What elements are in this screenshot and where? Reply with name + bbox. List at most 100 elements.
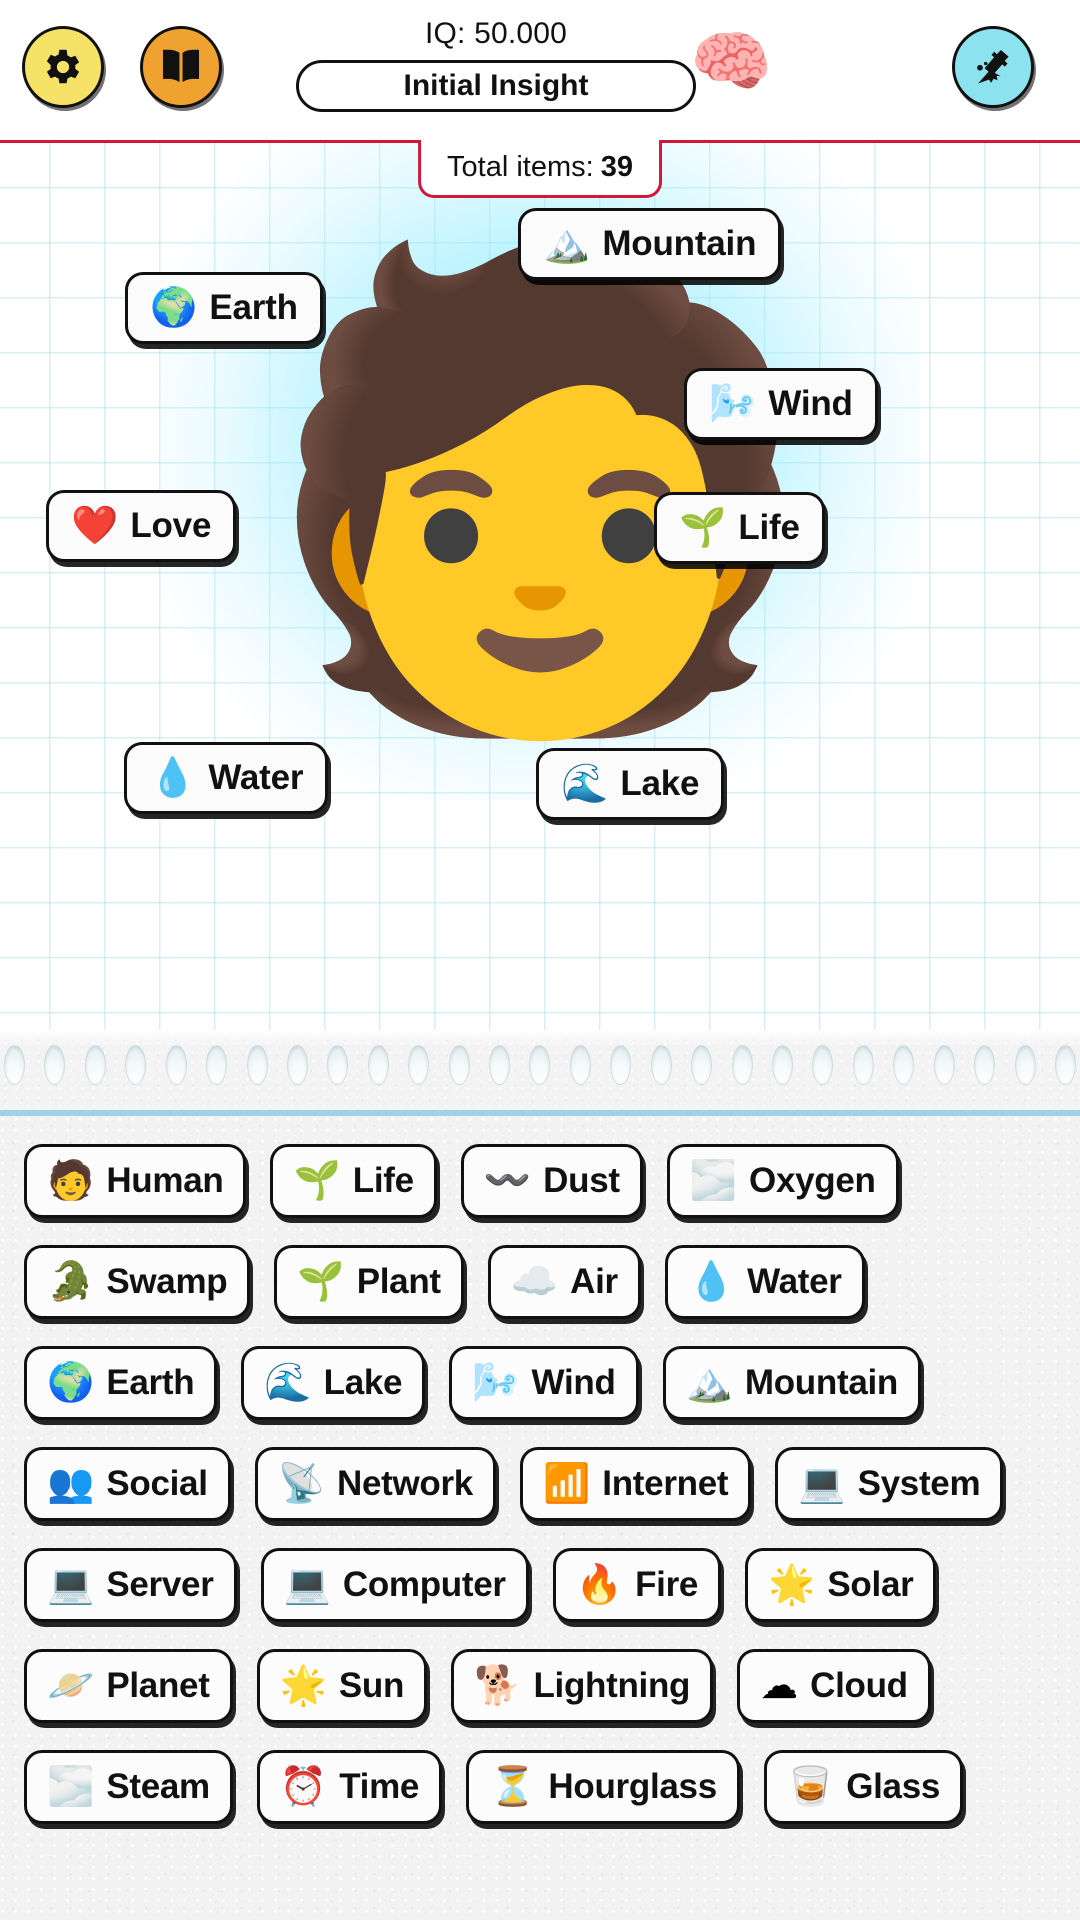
inventory-item-label: Wind: [531, 1363, 616, 1402]
inventory-item-label: Planet: [106, 1666, 210, 1705]
canvas-item-lake[interactable]: 🌊 Lake: [536, 748, 725, 820]
inventory-item-label: Plant: [356, 1262, 441, 1301]
inventory-panel[interactable]: 🧑 Human 🌱 Life 〰️ Dust 🌫️ Oxygen 🐊 Swamp 🌱 Plant ☁️ A…: [0, 1116, 1080, 1920]
inventory-item-network[interactable]: 📡 Network: [254, 1447, 496, 1521]
inventory-item-glass[interactable]: 🥃 Glass: [763, 1750, 964, 1824]
encyclopedia-button[interactable]: [140, 26, 222, 108]
canvas-item-wind[interactable]: 🌬️ Wind: [684, 368, 878, 440]
perforation-hole: [812, 1045, 834, 1085]
perforation-hole: [246, 1045, 268, 1085]
inventory-item-oxygen[interactable]: 🌫️ Oxygen: [666, 1144, 899, 1218]
perforation-hole: [569, 1045, 591, 1085]
inventory-item-steam[interactable]: 🌫️ Steam: [24, 1750, 233, 1824]
crafting-canvas[interactable]: 🧑 🏔️ Mountain 🌍 Earth 🌬️ Wind ❤️ Love 🌱 Life 💧 Wate…: [0, 140, 1080, 1030]
perforation-hole: [327, 1045, 349, 1085]
inventory-item-sun[interactable]: 🌟 Sun: [256, 1649, 428, 1723]
inventory-item-life[interactable]: 🌱 Life: [270, 1144, 437, 1218]
inventory-row: 💻 Server 💻 Computer 🔥 Fire 🌟 Solar: [24, 1548, 1056, 1622]
settings-button[interactable]: [22, 26, 104, 108]
planet-icon: 🪐: [47, 1665, 95, 1707]
inventory-item-social[interactable]: 👥 Social: [24, 1447, 231, 1521]
inventory-item-swamp[interactable]: 🐊 Swamp: [24, 1245, 251, 1319]
canvas-item-water[interactable]: 💧 Water: [124, 742, 329, 814]
perforation-hole: [286, 1045, 308, 1085]
perforation-hole: [610, 1045, 632, 1085]
perforation-hole: [691, 1045, 713, 1085]
inventory-item-computer[interactable]: 💻 Computer: [260, 1548, 529, 1622]
plant-icon: 🌱: [297, 1261, 345, 1303]
inventory-item-label: Hourglass: [548, 1767, 717, 1806]
server-icon: 💻: [47, 1564, 95, 1606]
canvas-item-life[interactable]: 🌱 Life: [654, 492, 825, 564]
inventory-row: 🐊 Swamp 🌱 Plant ☁️ Air 💧 Water: [24, 1245, 1056, 1319]
inventory-item-label: Server: [106, 1565, 214, 1604]
canvas-item-label: Life: [738, 508, 800, 547]
avatar: 🧑: [253, 231, 827, 744]
clear-board-button[interactable]: [952, 26, 1034, 108]
canvas-item-label: Love: [130, 506, 212, 545]
canvas-item-earth[interactable]: 🌍 Earth: [125, 272, 323, 344]
inventory-item-plant[interactable]: 🌱 Plant: [274, 1245, 464, 1319]
perforation-hole: [489, 1045, 511, 1085]
perforation-hole: [448, 1045, 470, 1085]
inventory-item-label: Swamp: [106, 1262, 228, 1301]
inventory-item-label: Sun: [338, 1666, 405, 1705]
inventory-item-lake[interactable]: 🌊 Lake: [241, 1346, 426, 1420]
inventory-item-internet[interactable]: 📶 Internet: [519, 1447, 752, 1521]
social-icon: 👥: [47, 1463, 95, 1505]
inventory-item-cloud[interactable]: ☁ Cloud: [737, 1649, 931, 1723]
steam-icon: 🌫️: [47, 1766, 95, 1808]
inventory-item-label: Oxygen: [749, 1161, 876, 1200]
inventory-item-time[interactable]: ⏰ Time: [256, 1750, 443, 1824]
network-icon: 📡: [277, 1463, 325, 1505]
inventory-item-label: Life: [352, 1161, 414, 1200]
inventory-item-lightning[interactable]: 🐕 Lightning: [451, 1649, 714, 1723]
oxygen-icon: 🌫️: [689, 1160, 738, 1202]
inventory-item-mountain[interactable]: 🏔️ Mountain: [662, 1346, 921, 1420]
inventory-item-label: Human: [106, 1161, 224, 1200]
inventory-item-human[interactable]: 🧑 Human: [24, 1144, 247, 1218]
perforation-hole: [852, 1045, 874, 1085]
inventory-item-wind[interactable]: 🌬️ Wind: [449, 1346, 639, 1420]
inventory-item-system[interactable]: 💻 System: [775, 1447, 1004, 1521]
earth-icon: 🌍: [47, 1362, 95, 1404]
total-items-label: Total items:: [447, 151, 594, 183]
lightning-icon: 🐕: [474, 1665, 522, 1707]
perforation-holes: [0, 1042, 1080, 1088]
game-screen: IQ: 50.000 Initial Insight 🧠 Total items…: [0, 0, 1080, 1920]
perforation-hole: [84, 1045, 106, 1085]
inventory-item-hourglass[interactable]: ⏳ Hourglass: [466, 1750, 740, 1824]
earth-icon: 🌍: [150, 287, 198, 329]
time-icon: ⏰: [279, 1766, 328, 1808]
inventory-item-label: Fire: [635, 1565, 699, 1604]
inventory-item-planet[interactable]: 🪐 Planet: [24, 1649, 233, 1723]
inventory-item-fire[interactable]: 🔥 Fire: [552, 1548, 722, 1622]
inventory-item-water[interactable]: 💧 Water: [664, 1245, 865, 1319]
inventory-item-solar[interactable]: 🌟 Solar: [745, 1548, 937, 1622]
iq-panel: IQ: 50.000 Initial Insight: [296, 14, 696, 112]
canvas-item-mountain[interactable]: 🏔️ Mountain: [518, 208, 782, 280]
wind-icon: 🌬️: [472, 1362, 520, 1404]
mountain-icon: 🏔️: [685, 1362, 733, 1404]
brain-icon: 🧠: [690, 24, 773, 98]
computer-icon: 💻: [283, 1564, 331, 1606]
inventory-item-earth[interactable]: 🌍 Earth: [24, 1346, 218, 1420]
inventory-item-server[interactable]: 💻 Server: [24, 1548, 237, 1622]
inventory-row: 🪐 Planet 🌟 Sun 🐕 Lightning ☁ Cloud: [24, 1649, 1056, 1723]
hourglass-icon: ⏳: [489, 1766, 537, 1808]
inventory-item-air[interactable]: ☁️ Air: [487, 1245, 641, 1319]
inventory-item-label: Mountain: [744, 1363, 898, 1402]
human-icon: 🧑: [47, 1160, 95, 1202]
air-icon: ☁️: [510, 1261, 559, 1303]
swamp-icon: 🐊: [47, 1261, 95, 1303]
cloud-icon: ☁: [760, 1665, 799, 1707]
canvas-item-love[interactable]: ❤️ Love: [46, 490, 237, 562]
book-icon: [158, 44, 204, 90]
canvas-item-label: Water: [208, 758, 304, 797]
total-items-badge: Total items: 39: [418, 140, 662, 198]
perforation-hole: [165, 1045, 187, 1085]
perforation-hole: [650, 1045, 672, 1085]
inventory-item-dust[interactable]: 〰️ Dust: [460, 1144, 643, 1218]
life-icon: 🌱: [293, 1160, 341, 1202]
water-icon: 💧: [687, 1261, 736, 1303]
